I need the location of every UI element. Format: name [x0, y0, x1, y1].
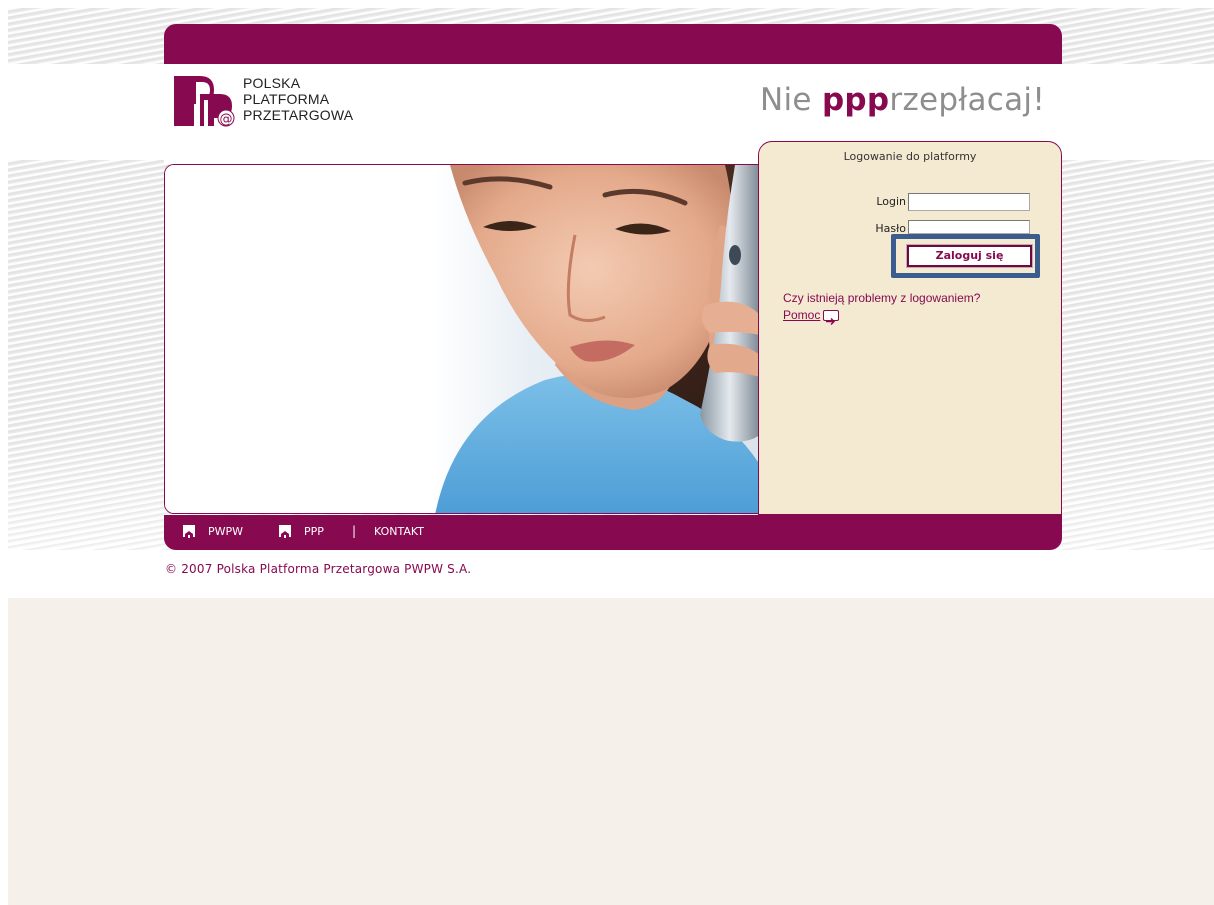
login-button[interactable]: Zaloguj się — [906, 244, 1033, 268]
slogan-suffix: rzepłacaj! — [889, 82, 1046, 118]
help-link[interactable]: Pomoc — [783, 308, 820, 322]
slogan-prefix: Nie — [760, 82, 822, 118]
home-icon — [183, 525, 195, 538]
slogan-accent: ppp — [821, 82, 890, 118]
svg-text:@: @ — [220, 112, 233, 127]
login-input[interactable] — [908, 193, 1030, 211]
nav-kontakt[interactable]: KONTAKT — [374, 525, 424, 538]
hero-photo — [164, 164, 759, 514]
logo-text: POLSKA PLATFORMA PRZETARGOWA — [243, 75, 353, 123]
login-label: Login — [876, 195, 906, 208]
logo-line-1: POLSKA — [243, 75, 301, 91]
header-bar — [164, 24, 1062, 64]
logo-line-3: PRZETARGOWA — [243, 107, 354, 123]
woman-on-phone-image — [165, 165, 759, 513]
nav-separator: | — [352, 524, 357, 538]
nav-pwpw[interactable]: PWPW — [208, 525, 243, 538]
home-icon — [279, 525, 291, 538]
login-help-question: Czy istnieją problemy z logowaniem? — [783, 291, 981, 305]
slogan: Nie ppprzepłacaj! — [760, 82, 1045, 118]
password-input[interactable] — [908, 220, 1030, 234]
logo-line-2: PLATFORMA — [243, 91, 330, 107]
arrow-right-icon[interactable] — [823, 310, 839, 326]
nav-ppp[interactable]: PPP — [304, 525, 324, 538]
footer-bar — [164, 515, 1062, 550]
copyright: © 2007 Polska Platforma Przetargowa PWPW… — [165, 562, 472, 576]
ppp-logo: @ — [174, 76, 235, 127]
page-bottom-area — [8, 598, 1214, 905]
login-panel-title: Logowanie do platformy — [843, 150, 977, 163]
